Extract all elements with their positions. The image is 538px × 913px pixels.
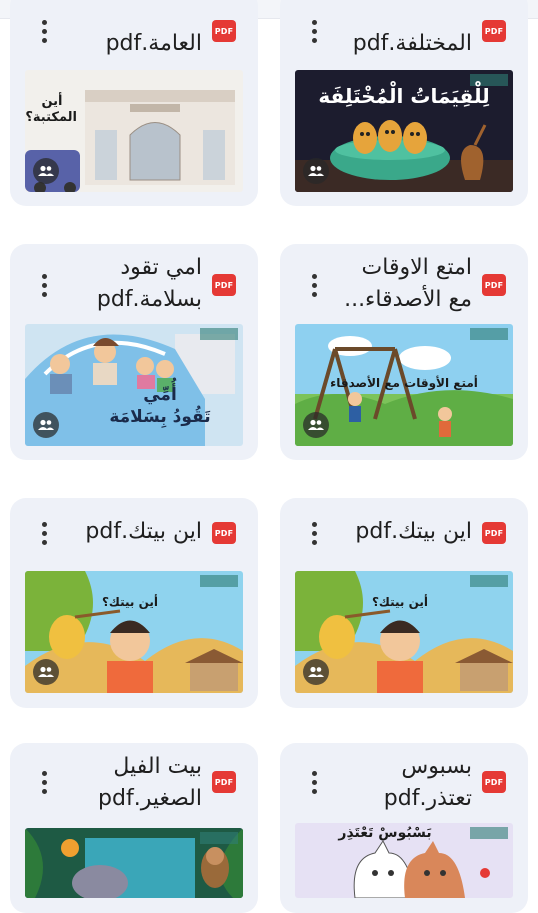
file-card[interactable]: PDF اين بيتك.pdf أين بيتك؟ <box>10 498 258 708</box>
file-thumbnail[interactable] <box>25 828 243 898</box>
pdf-icon: PDF <box>212 522 236 544</box>
file-thumbnail[interactable]: أُمِّي تَقُودُ بِسَلامَة <box>25 324 243 446</box>
file-title: امي تقود بسلامة.pdf <box>96 255 202 312</box>
card-header: PDF بسبوس تعتذر.pdf <box>280 743 528 811</box>
thumbnail-caption: لِلْقِيَمَاتُ الْمُخْتَلِفَة <box>318 84 490 108</box>
file-card[interactable]: PDF امتع الاوقات مع الأصدقاء... أمتع الأ… <box>280 244 528 460</box>
card-header: PDF اين بيتك.pdf <box>280 498 528 566</box>
file-title: بيت الفيل الصغير.pdf <box>98 754 202 811</box>
thumbnail-caption: أين المكتبة؟ <box>25 94 77 125</box>
more-vert-icon[interactable] <box>304 16 324 46</box>
pdf-icon: PDF <box>482 274 506 296</box>
pdf-icon: PDF <box>212 20 236 42</box>
card-header: PDF المختلفة.pdf <box>280 0 528 58</box>
file-card[interactable]: PDF العامة.pdf أين المكتبة؟ <box>10 0 258 206</box>
more-vert-icon[interactable] <box>34 16 54 46</box>
more-vert-icon[interactable] <box>34 767 54 797</box>
more-vert-icon[interactable] <box>34 518 54 548</box>
file-title: اين بيتك.pdf <box>355 519 472 544</box>
file-card[interactable]: PDF بيت الفيل الصغير.pdf <box>10 743 258 913</box>
file-thumbnail[interactable]: أين المكتبة؟ <box>25 70 243 192</box>
file-card[interactable]: PDF بسبوس تعتذر.pdf بَسْبُوسْ تَعْتَذِر <box>280 743 528 913</box>
file-thumbnail[interactable]: بَسْبُوسْ تَعْتَذِر <box>295 823 513 898</box>
thumbnail-caption: أمتع الأوقات مع الأصدقاء <box>330 376 478 390</box>
card-header: PDF العامة.pdf <box>10 0 258 58</box>
pdf-icon: PDF <box>212 771 236 793</box>
more-vert-icon[interactable] <box>304 767 324 797</box>
file-card[interactable]: PDF المختلفة.pdf لِلْقِيَمَاتُ الْمُخْتَ <box>280 0 528 206</box>
file-title: بسبوس تعتذر.pdf <box>383 754 472 811</box>
more-vert-icon[interactable] <box>34 270 54 300</box>
file-card[interactable]: PDF امي تقود بسلامة.pdf أُمِّي تَقُودُ ب… <box>10 244 258 460</box>
file-thumbnail[interactable]: أين بيتك؟ <box>295 571 513 693</box>
card-header: PDF بيت الفيل الصغير.pdf <box>10 743 258 811</box>
file-card[interactable]: PDF اين بيتك.pdf أين بيتك؟ <box>280 498 528 708</box>
thumbnail-caption: أين بيتك؟ <box>371 595 429 609</box>
file-thumbnail[interactable]: أين بيتك؟ <box>25 571 243 693</box>
file-title: العامة.pdf <box>105 31 202 56</box>
people-icon <box>303 158 329 184</box>
pdf-icon: PDF <box>482 20 506 42</box>
pdf-icon: PDF <box>212 274 236 296</box>
file-title: المختلفة.pdf <box>352 31 472 56</box>
people-icon <box>33 659 59 685</box>
thumbnail-caption: أُمِّي تَقُودُ بِسَلامَة <box>109 385 211 427</box>
more-vert-icon[interactable] <box>304 270 324 300</box>
file-grid: PDF المختلفة.pdf لِلْقِيَمَاتُ الْمُخْتَ <box>0 0 538 913</box>
people-icon <box>33 412 59 438</box>
people-icon <box>303 412 329 438</box>
card-header: PDF اين بيتك.pdf <box>10 498 258 566</box>
more-vert-icon[interactable] <box>304 518 324 548</box>
pdf-icon: PDF <box>482 771 506 793</box>
thumbnail-caption: بَسْبُوسْ تَعْتَذِر <box>338 825 432 841</box>
card-header: PDF امتع الاوقات مع الأصدقاء... <box>280 244 528 312</box>
people-icon <box>303 659 329 685</box>
file-thumbnail[interactable]: أمتع الأوقات مع الأصدقاء <box>295 324 513 446</box>
file-title: امتع الاوقات مع الأصدقاء... <box>344 255 472 312</box>
pdf-icon: PDF <box>482 522 506 544</box>
people-icon <box>33 158 59 184</box>
file-title: اين بيتك.pdf <box>85 519 202 544</box>
card-header: PDF امي تقود بسلامة.pdf <box>10 244 258 312</box>
thumbnail-caption: أين بيتك؟ <box>101 595 159 609</box>
file-thumbnail[interactable]: لِلْقِيَمَاتُ الْمُخْتَلِفَة <box>295 70 513 192</box>
